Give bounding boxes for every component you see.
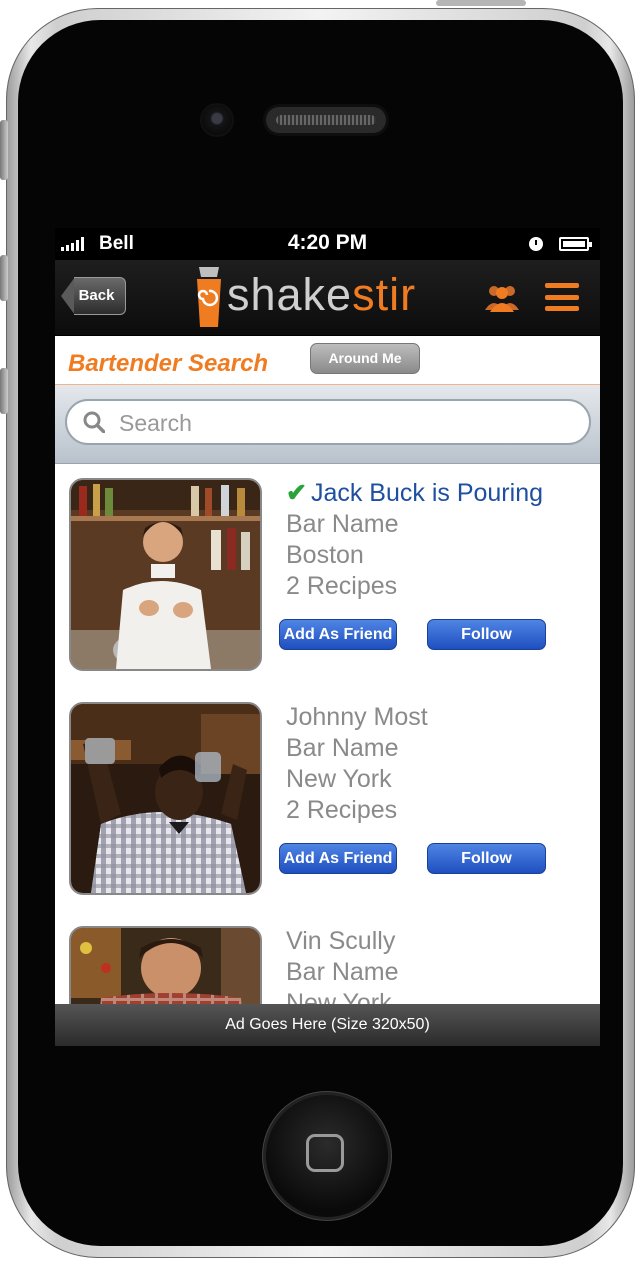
logo-text-stir: stir [352,269,417,320]
around-me-button[interactable]: Around Me [310,343,420,374]
follow-button[interactable]: Follow [427,619,546,650]
app-logo: shakestir [227,271,416,319]
bar-name: Bar Name [286,734,399,762]
search-icon [83,411,105,433]
list-item[interactable]: ✔ Jack Buck is Pouring Bar Name Boston 2 … [55,464,600,689]
bartender-info: Johnny Most Bar Name New York 2 Recipes [286,702,586,826]
volume-down-button [0,368,8,414]
ad-banner[interactable]: Ad Goes Here (Size 320x50) [55,1004,600,1046]
recipe-count: 2 Recipes [286,796,398,824]
status-bar: Bell 4:20 PM [55,228,600,260]
checkmark-icon: ✔ [286,479,307,507]
bartender-name[interactable]: Vin Scully [286,926,586,957]
bartender-list: ✔ Jack Buck is Pouring Bar Name Boston 2 … [55,464,600,1004]
title-bar: Bartender Search Around Me [55,336,600,386]
bartender-photo [69,702,262,895]
back-arrow-icon [61,277,75,315]
front-camera [202,105,232,135]
bartender-name[interactable]: ✔ Jack Buck is Pouring [286,478,586,509]
search-bar [55,385,600,464]
back-button[interactable]: Back [61,277,126,315]
mute-switch [0,120,8,180]
power-button [436,0,526,6]
bar-name: Bar Name [286,510,399,538]
volume-up-button [0,255,8,301]
bartender-city: New York [286,989,392,1004]
add-friend-button[interactable]: Add As Friend [279,619,397,650]
battery-icon [559,237,592,251]
status-time: 4:20 PM [287,231,368,254]
nav-bar: Back shakestir [55,260,600,336]
menu-icon[interactable] [545,283,579,311]
page-title: Bartender Search [68,350,269,377]
logo-text-shake: shake [227,269,353,320]
home-square-icon [306,1134,344,1172]
search-field[interactable] [65,399,591,445]
list-item[interactable]: Vin Scully Bar Name New York [55,912,600,1004]
bartender-city: Boston [286,541,364,569]
bartender-name-text: Jack Buck is Pouring [310,479,543,507]
bartender-info: Vin Scully Bar Name New York [286,926,586,1004]
back-button-label: Back [74,277,126,315]
alarm-clock-icon [529,237,543,251]
add-friend-button[interactable]: Add As Friend [279,843,397,874]
bartender-photo [69,926,262,1004]
app-screen: Bell 4:20 PM Back shakestir Bartender Se… [55,228,600,1046]
bartender-city: New York [286,765,392,793]
bartender-name[interactable]: Johnny Most [286,702,586,733]
bartender-info: ✔ Jack Buck is Pouring Bar Name Boston 2 … [286,478,586,602]
shaker-cup-icon [197,267,221,327]
search-input[interactable] [117,401,581,445]
people-icon[interactable] [483,282,521,312]
list-item[interactable]: Johnny Most Bar Name New York 2 Recipes … [55,688,600,913]
speaker-mesh [276,115,376,125]
recipe-count: 2 Recipes [286,572,398,600]
follow-button[interactable]: Follow [427,843,546,874]
bartender-photo [69,478,262,671]
bar-name: Bar Name [286,958,399,986]
